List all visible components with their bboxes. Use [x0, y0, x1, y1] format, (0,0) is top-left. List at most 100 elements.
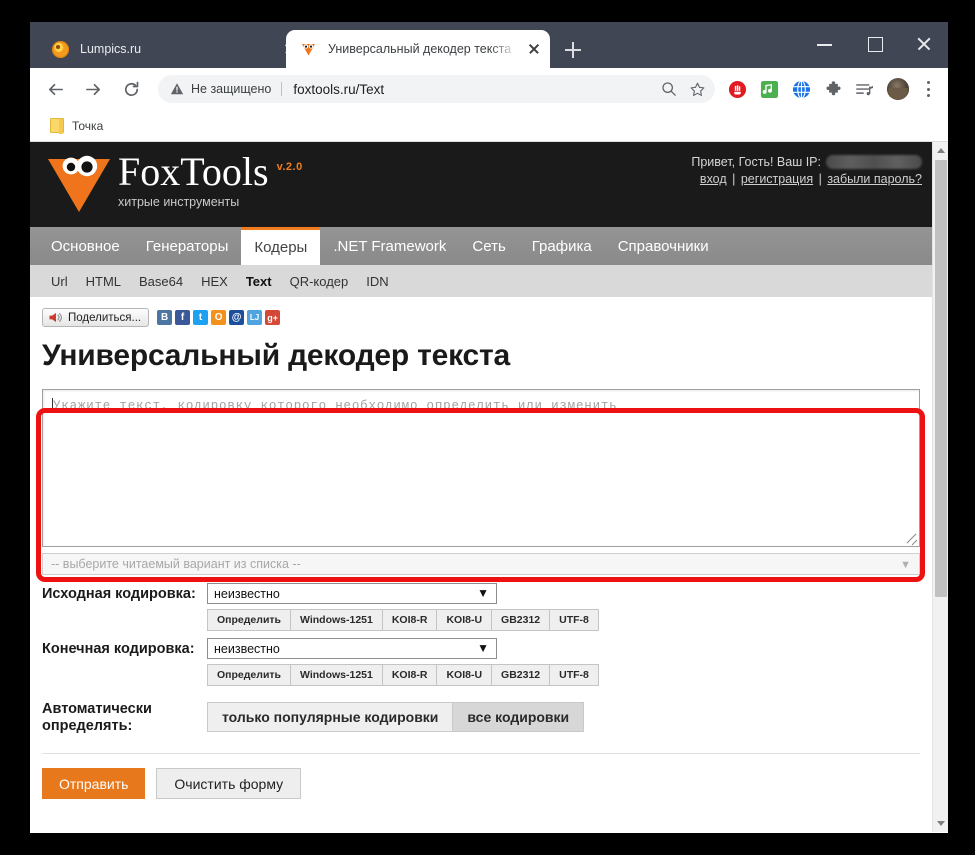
scrollbar-down-arrow-icon[interactable] — [933, 815, 948, 832]
submit-button[interactable]: Отправить — [42, 768, 145, 799]
nav-item-kodery[interactable]: Кодеры — [241, 227, 320, 265]
source-btn-utf-8[interactable]: UTF-8 — [549, 609, 599, 631]
mailru-icon[interactable]: @ — [229, 310, 244, 325]
source-btn-opredelit[interactable]: Определить — [207, 609, 290, 631]
main-navigation: Основное Генераторы Кодеры .NET Framewor… — [30, 227, 932, 265]
facebook-icon[interactable]: f — [175, 310, 190, 325]
clear-form-button[interactable]: Очистить форму — [156, 768, 301, 799]
source-btn-koi8-u[interactable]: KOI8-U — [436, 609, 491, 631]
url-text: foxtools.ru/Text — [293, 82, 655, 97]
folder-icon — [50, 118, 64, 133]
tab-close-icon[interactable] — [524, 39, 544, 59]
page-scrollbar[interactable] — [932, 142, 948, 832]
tab-title: Lumpics.ru — [80, 42, 274, 56]
adblock-extension-icon[interactable] — [724, 76, 750, 102]
auto-btn-popular-encodings[interactable]: только популярные кодировки — [207, 702, 452, 732]
nav-item-generatory[interactable]: Генераторы — [133, 227, 242, 265]
playlist-extension-icon[interactable] — [852, 76, 878, 102]
auto-detect-control: только популярные кодировки все кодировк… — [207, 698, 920, 732]
target-encoding-select[interactable]: неизвестно ▼ — [207, 638, 497, 659]
globe-extension-icon[interactable] — [788, 76, 814, 102]
greeting-text: Привет, Гость! Ваш IP: — [691, 155, 922, 169]
subnav-item-idn[interactable]: IDN — [357, 274, 397, 289]
main-textarea[interactable] — [42, 389, 920, 547]
back-arrow-icon[interactable] — [40, 74, 70, 104]
subnav-item-text[interactable]: Text — [237, 274, 281, 289]
profile-avatar[interactable] — [887, 78, 909, 100]
target-btn-koi8-u[interactable]: KOI8-U — [436, 664, 491, 686]
new-tab-button[interactable] — [560, 37, 586, 63]
auto-btn-all-encodings[interactable]: все кодировки — [452, 702, 584, 732]
encoding-form: Исходная кодировка: неизвестно ▼ Определ… — [30, 575, 932, 735]
orange-circle-icon — [52, 41, 69, 58]
search-icon[interactable] — [655, 75, 683, 103]
subnav-item-url[interactable]: Url — [42, 274, 77, 289]
subnav-item-base64[interactable]: Base64 — [130, 274, 192, 289]
security-indicator[interactable]: Не защищено — [170, 82, 282, 96]
target-btn-opredelit[interactable]: Определить — [207, 664, 290, 686]
odnoklassniki-icon[interactable]: О — [211, 310, 226, 325]
page-viewport: FoxToolsv.2.0 хитрые инструменты Привет,… — [30, 142, 948, 832]
source-btn-koi8-r[interactable]: KOI8-R — [382, 609, 437, 631]
nav-item-grafika[interactable]: Графика — [519, 227, 605, 265]
forward-arrow-icon[interactable] — [78, 74, 108, 104]
site-logo[interactable]: FoxToolsv.2.0 хитрые инструменты — [46, 147, 303, 215]
target-encoding-value: неизвестно — [214, 642, 280, 656]
target-btn-utf-8[interactable]: UTF-8 — [549, 664, 599, 686]
three-dot-menu-icon[interactable] — [916, 76, 940, 102]
share-button[interactable]: Поделиться... — [42, 308, 149, 327]
music-extension-icon[interactable] — [756, 76, 782, 102]
target-encoding-control: неизвестно ▼ Определить Windows-1251 KOI… — [207, 638, 920, 686]
vk-icon[interactable]: В — [157, 310, 172, 325]
nav-item-osnovnoe[interactable]: Основное — [38, 227, 133, 265]
forgot-password-link[interactable]: забыли пароль? — [827, 172, 922, 186]
window-maximize-button[interactable] — [852, 27, 898, 59]
nav-item-spravochniki[interactable]: Справочники — [605, 227, 722, 265]
target-btn-gb2312[interactable]: GB2312 — [491, 664, 549, 686]
register-link[interactable]: регистрация — [741, 172, 813, 186]
browser-window: Lumpics.ru Универсальный декодер текста — [30, 22, 948, 833]
source-btn-gb2312[interactable]: GB2312 — [491, 609, 549, 631]
nav-item-set[interactable]: Сеть — [459, 227, 518, 265]
user-info-box: Привет, Гость! Ваш IP: вход | регистраци… — [691, 155, 922, 186]
browser-toolbar: Не защищено foxtools.ru/Text — [30, 68, 948, 110]
window-minimize-button[interactable] — [802, 27, 848, 59]
reload-icon[interactable] — [116, 74, 146, 104]
source-encoding-select[interactable]: неизвестно ▼ — [207, 583, 497, 604]
twitter-icon[interactable]: t — [193, 310, 208, 325]
star-icon[interactable] — [683, 75, 711, 103]
result-variant-select[interactable]: -- выберите читаемый вариант из списка -… — [42, 553, 920, 575]
chevron-down-icon: ▼ — [477, 586, 489, 600]
tab-strip: Lumpics.ru Универсальный декодер текста — [30, 22, 948, 68]
livejournal-icon[interactable]: LJ — [247, 310, 262, 325]
chevron-down-icon: ▼ — [477, 641, 489, 655]
subnav-item-hex[interactable]: HEX — [192, 274, 237, 289]
bookmark-label: Точка — [72, 119, 103, 133]
source-btn-windows-1251[interactable]: Windows-1251 — [290, 609, 382, 631]
puzzle-extensions-icon[interactable] — [820, 76, 846, 102]
browser-tab-lumpics[interactable]: Lumpics.ru — [38, 30, 306, 68]
share-button-label: Поделиться... — [68, 312, 141, 324]
share-row: Поделиться... В f t О @ LJ g+ — [30, 297, 932, 331]
logo-text-block: FoxToolsv.2.0 хитрые инструменты — [118, 151, 303, 209]
subnav-item-html[interactable]: HTML — [77, 274, 130, 289]
auto-detect-toggle: только популярные кодировки все кодировк… — [207, 702, 920, 732]
window-close-button[interactable] — [901, 27, 947, 59]
logo-subtitle: хитрые инструменты — [118, 195, 303, 209]
source-encoding-value: неизвестно — [214, 587, 280, 601]
browser-tab-foxtools[interactable]: Универсальный декодер текста — [286, 30, 550, 68]
bookmark-item[interactable]: Точка — [42, 115, 111, 136]
share-megaphone-icon — [48, 311, 63, 324]
logo-title: FoxTools — [118, 151, 269, 193]
target-btn-windows-1251[interactable]: Windows-1251 — [290, 664, 382, 686]
address-bar[interactable]: Не защищено foxtools.ru/Text — [158, 75, 715, 103]
form-actions: Отправить Очистить форму — [30, 754, 932, 799]
target-btn-koi8-r[interactable]: KOI8-R — [382, 664, 437, 686]
scrollbar-up-arrow-icon[interactable] — [933, 142, 948, 159]
scrollbar-thumb[interactable] — [935, 160, 947, 597]
auto-detect-row: Автоматически определять: только популяр… — [42, 698, 920, 735]
nav-item-net-framework[interactable]: .NET Framework — [320, 227, 459, 265]
login-link[interactable]: вход — [700, 172, 727, 186]
subnav-item-qr-koder[interactable]: QR-кодер — [281, 274, 358, 289]
googleplus-icon[interactable]: g+ — [265, 310, 280, 325]
